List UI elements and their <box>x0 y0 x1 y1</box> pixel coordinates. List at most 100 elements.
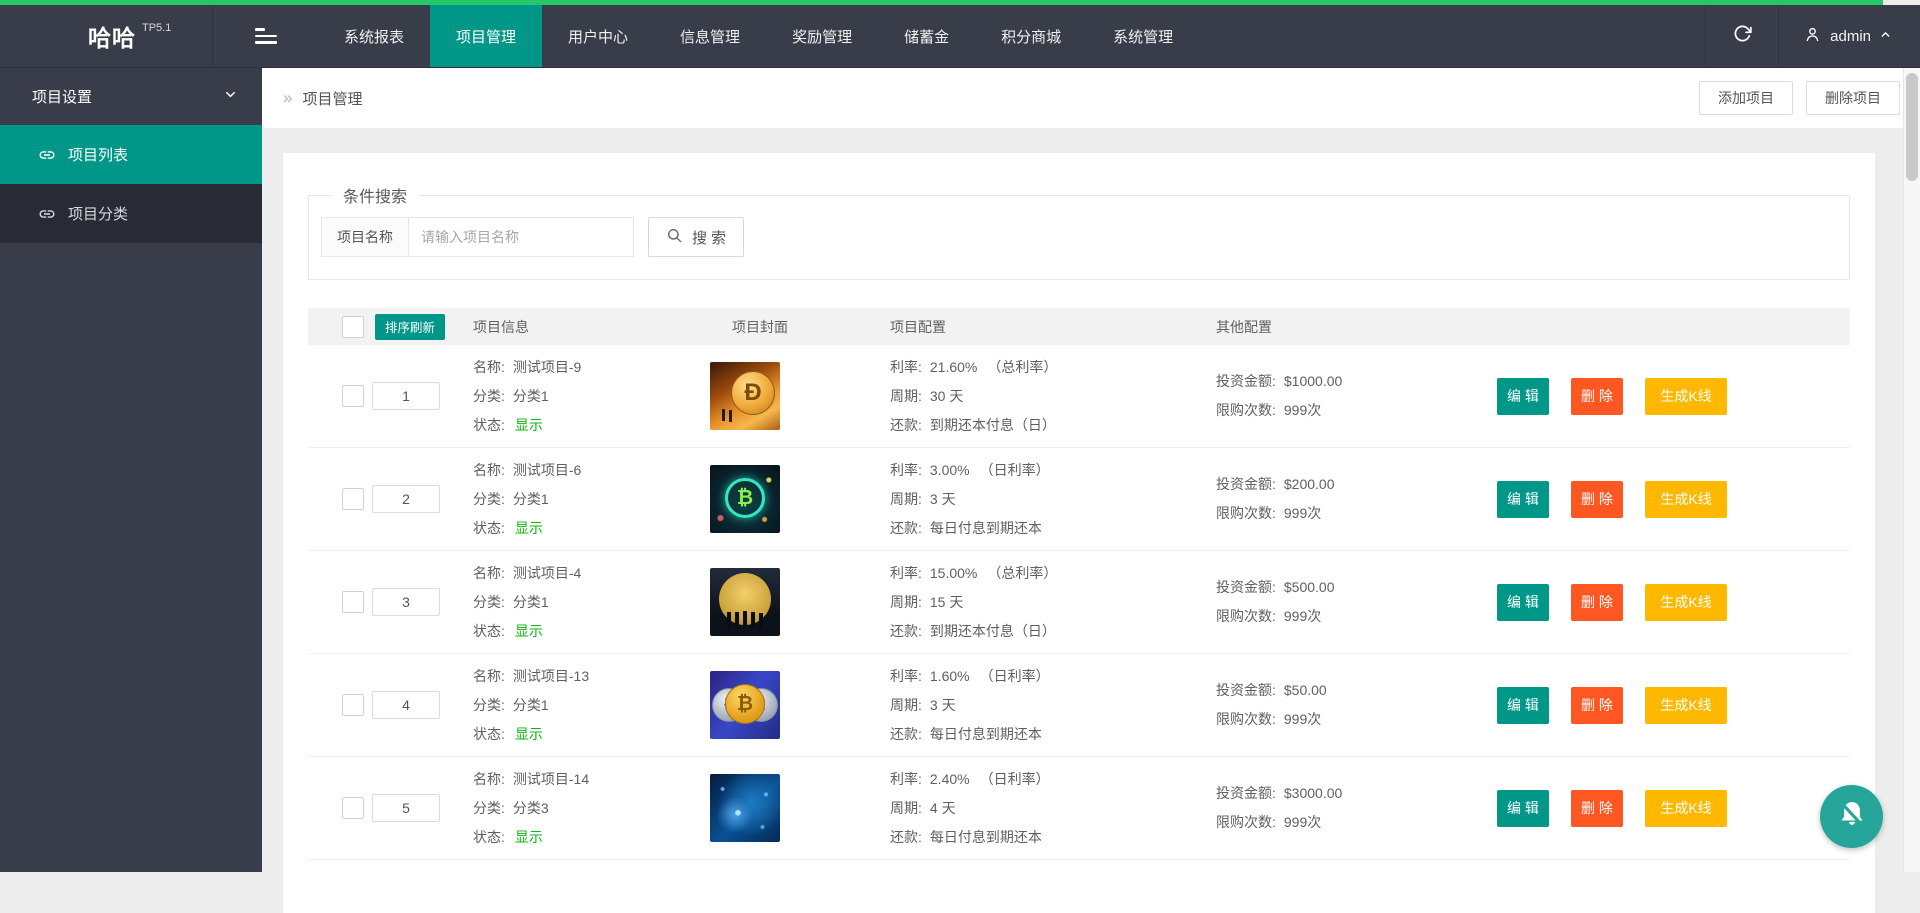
name-label: 名称: <box>473 462 505 478</box>
breadcrumb: 项目管理 <box>302 88 362 109</box>
nav-item[interactable]: 积分商城 <box>975 5 1087 67</box>
nav-item[interactable]: 用户中心 <box>542 5 654 67</box>
repay-label: 还款: <box>890 520 922 536</box>
project-cover-image <box>710 465 780 533</box>
invest-label: 投资金额: <box>1216 579 1276 595</box>
project-cover-cell <box>702 774 886 842</box>
user-menu[interactable]: admin <box>1779 5 1920 67</box>
search-button-label: 搜 索 <box>692 227 726 248</box>
name-label: 名称: <box>473 565 505 581</box>
delete-button[interactable]: 删 除 <box>1571 790 1623 827</box>
project-category: 分类3 <box>513 800 549 816</box>
sort-order-input[interactable] <box>372 588 440 616</box>
generate-kline-button[interactable]: 生成K线 <box>1645 790 1727 827</box>
search-button[interactable]: 搜 索 <box>648 217 744 257</box>
sidebar-item[interactable]: 项目列表 <box>0 125 262 184</box>
row-checkbox[interactable] <box>342 385 364 407</box>
project-cover-image <box>710 568 780 636</box>
row-checkbox[interactable] <box>342 488 364 510</box>
invest-label: 投资金额: <box>1216 785 1276 801</box>
edit-button[interactable]: 编 辑 <box>1497 481 1549 518</box>
edit-button[interactable]: 编 辑 <box>1497 687 1549 724</box>
period-value: 15 天 <box>930 594 963 610</box>
generate-kline-button[interactable]: 生成K线 <box>1645 481 1727 518</box>
nav-item[interactable]: 系统报表 <box>318 5 430 67</box>
sidebar-item[interactable]: 项目分类 <box>0 184 262 243</box>
row-checkbox[interactable] <box>342 797 364 819</box>
sort-order-input[interactable] <box>372 382 440 410</box>
sort-refresh-button[interactable]: 排序刷新 <box>375 314 445 340</box>
breadcrumb-icon: » <box>283 88 292 108</box>
app-version: TP5.1 <box>142 22 171 34</box>
status-badge: 显示 <box>515 417 543 433</box>
top-accent-bar <box>0 0 1883 5</box>
repay-value: 每日付息到期还本 <box>930 726 1042 742</box>
generate-kline-button[interactable]: 生成K线 <box>1645 378 1727 415</box>
project-table: 排序刷新 项目信息 项目封面 项目配置 其他配置 名称:测试项目-9 分类:分类… <box>308 308 1850 860</box>
edit-button[interactable]: 编 辑 <box>1497 378 1549 415</box>
project-cover-image <box>710 671 780 739</box>
other-config-cell: 投资金额:$50.00 限购次数:999次 <box>1212 676 1488 734</box>
period-label: 周期: <box>890 697 922 713</box>
scrollbar-thumb[interactable] <box>1906 73 1918 181</box>
row-checkbox[interactable] <box>342 694 364 716</box>
name-label: 名称: <box>473 771 505 787</box>
purchase-limit: 999次 <box>1284 402 1321 418</box>
project-config-cell: 利率:2.40%（日利率） 周期:4 天 还款:每日付息到期还本 <box>886 765 1212 852</box>
vertical-scrollbar[interactable] <box>1903 68 1920 872</box>
delete-button[interactable]: 删 除 <box>1571 378 1623 415</box>
project-name: 测试项目-14 <box>513 771 589 787</box>
nav-item[interactable]: 系统管理 <box>1087 5 1199 67</box>
repay-label: 还款: <box>890 726 922 742</box>
table-row: 名称:测试项目-4 分类:分类1 状态:显示 利率:15.00%（总利率） 周期… <box>308 551 1850 654</box>
period-label: 周期: <box>890 388 922 404</box>
delete-button[interactable]: 删 除 <box>1571 584 1623 621</box>
status-label: 状态: <box>473 726 505 742</box>
select-all-checkbox[interactable] <box>342 316 364 338</box>
app-logo[interactable]: 哈哈 TP5.1 <box>0 5 213 67</box>
navbar-right: admin <box>1705 5 1920 67</box>
delete-project-button[interactable]: 删除项目 <box>1806 81 1900 115</box>
project-name-input[interactable] <box>408 217 634 257</box>
sidebar-group-project-settings[interactable]: 项目设置 <box>0 68 262 125</box>
sort-order-input[interactable] <box>372 485 440 513</box>
sort-order-input[interactable] <box>372 794 440 822</box>
limit-label: 限购次数: <box>1216 608 1276 624</box>
delete-button[interactable]: 删 除 <box>1571 481 1623 518</box>
limit-label: 限购次数: <box>1216 711 1276 727</box>
sort-order-input[interactable] <box>372 691 440 719</box>
nav-item[interactable]: 储蓄金 <box>878 5 975 67</box>
rate-label: 利率: <box>890 565 922 581</box>
nav-item[interactable]: 奖励管理 <box>766 5 878 67</box>
repay-label: 还款: <box>890 829 922 845</box>
edit-button[interactable]: 编 辑 <box>1497 790 1549 827</box>
notification-toggle-button[interactable] <box>1820 785 1883 848</box>
edit-button[interactable]: 编 辑 <box>1497 584 1549 621</box>
generate-kline-button[interactable]: 生成K线 <box>1645 584 1727 621</box>
project-info-cell: 名称:测试项目-9 分类:分类1 状态:显示 <box>460 353 702 440</box>
generate-kline-button[interactable]: 生成K线 <box>1645 687 1727 724</box>
nav-item[interactable]: 信息管理 <box>654 5 766 67</box>
other-config-cell: 投资金额:$3000.00 限购次数:999次 <box>1212 779 1488 837</box>
add-project-button[interactable]: 添加项目 <box>1699 81 1793 115</box>
project-category: 分类1 <box>513 491 549 507</box>
invest-amount: $3000.00 <box>1284 785 1342 801</box>
nav-item[interactable]: 项目管理 <box>430 5 542 67</box>
invest-label: 投资金额: <box>1216 373 1276 389</box>
refresh-button[interactable] <box>1705 5 1779 67</box>
chevron-down-icon <box>223 87 238 106</box>
table-row: 名称:测试项目-6 分类:分类1 状态:显示 利率:3.00%（日利率） 周期:… <box>308 448 1850 551</box>
project-cover-image <box>710 774 780 842</box>
cover-coin-icon <box>731 371 775 415</box>
column-header-info: 项目信息 <box>460 317 702 337</box>
rate-label: 利率: <box>890 771 922 787</box>
category-label: 分类: <box>473 697 505 713</box>
column-header-other: 其他配置 <box>1212 317 1488 337</box>
row-checkbox[interactable] <box>342 591 364 613</box>
repay-value: 每日付息到期还本 <box>930 829 1042 845</box>
project-info-cell: 名称:测试项目-6 分类:分类1 状态:显示 <box>460 456 702 543</box>
delete-button[interactable]: 删 除 <box>1571 687 1623 724</box>
repay-value: 到期还本付息（日） <box>930 623 1056 639</box>
sidebar-collapse-icon[interactable] <box>236 5 296 67</box>
project-info-cell: 名称:测试项目-14 分类:分类3 状态:显示 <box>460 765 702 852</box>
